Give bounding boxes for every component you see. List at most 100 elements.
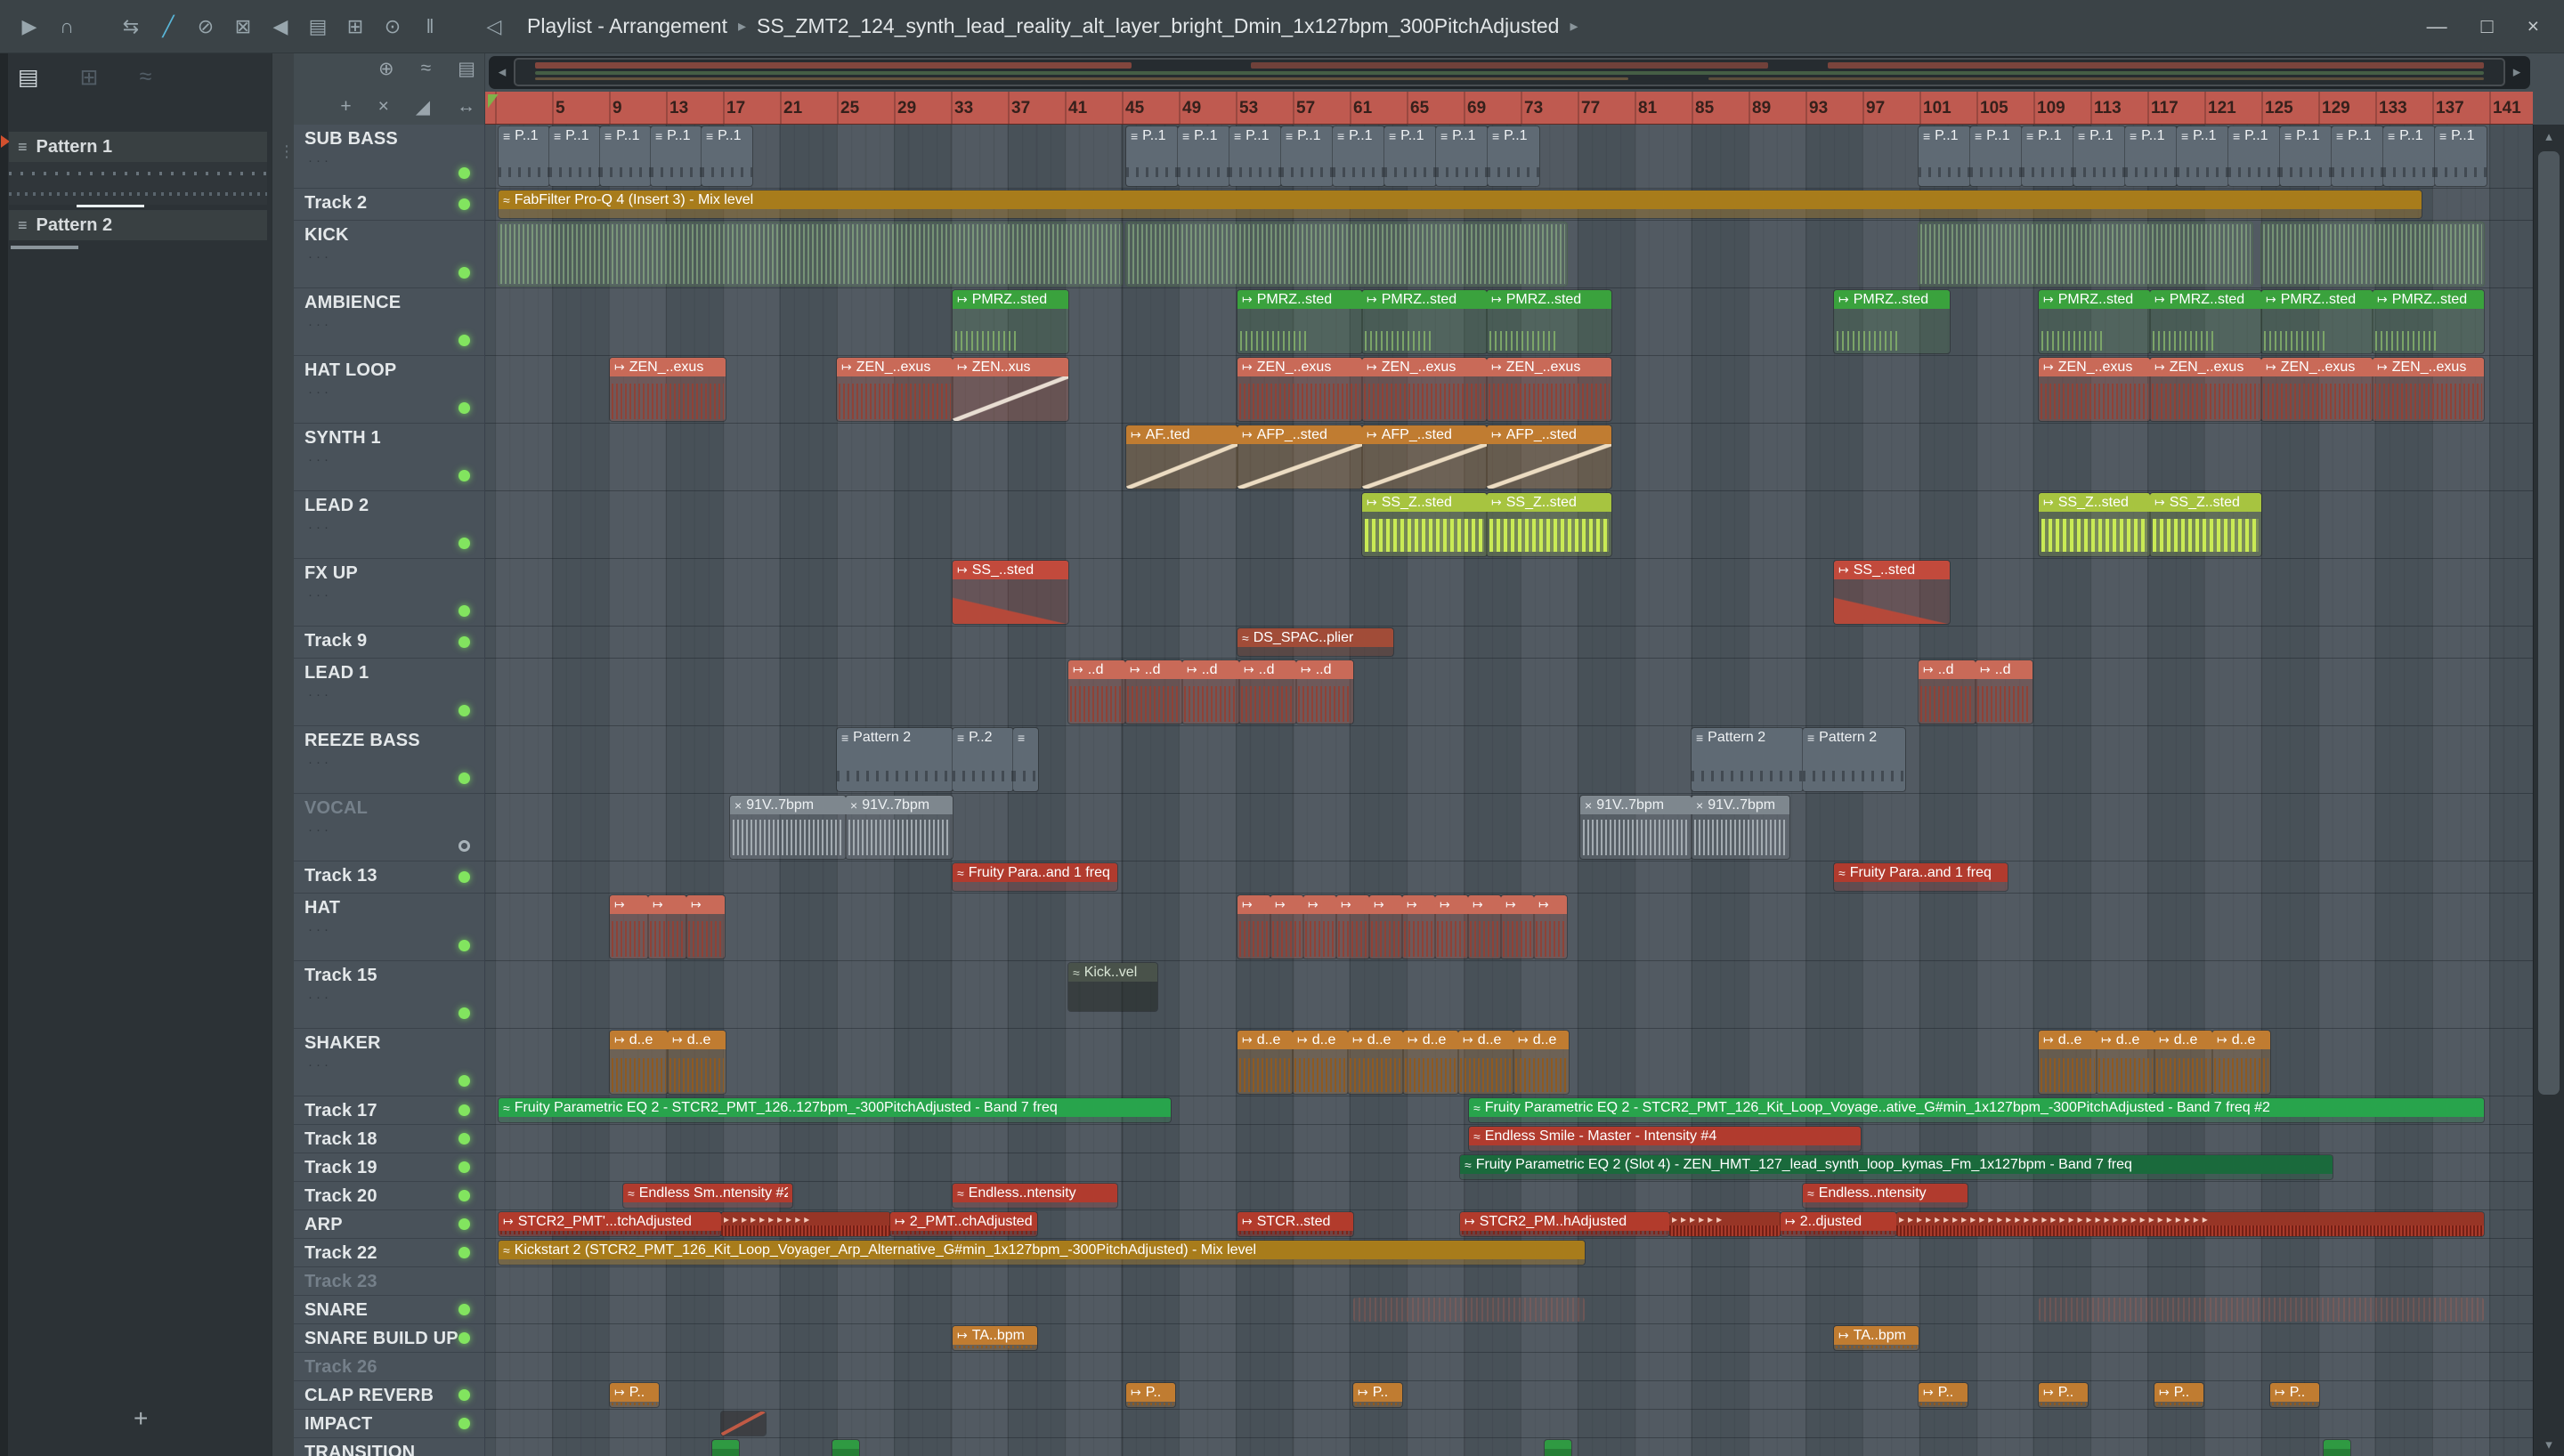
clip[interactable]: ↦ P.. <box>2039 1383 2088 1407</box>
clip[interactable]: ↦ P.. <box>2154 1383 2203 1407</box>
clip[interactable]: ↦ ZEN_..exus <box>2039 358 2150 421</box>
clip[interactable]: ≡ Pattern 2 <box>837 728 953 791</box>
track-mute-led[interactable] <box>458 1075 470 1087</box>
track-lane[interactable]: ≈ Endless Sm..ntensity #2 ≈ Endless..ntensi… <box>485 1182 2533 1210</box>
clip[interactable]: ↦ d..e <box>1403 1031 1458 1094</box>
track-lane[interactable]: ≡ Pattern 2 ≡ P..2 ≡ ≡ Pattern 2 ≡ Pattern 2 <box>485 726 2533 794</box>
minimize-button[interactable]: — <box>2427 14 2447 38</box>
clip[interactable]: ≡ P..1 <box>1436 126 1488 186</box>
stretch-icon[interactable]: ↔ <box>457 96 475 118</box>
track-lane[interactable] <box>485 1353 2533 1381</box>
track-header[interactable]: Track 9 <box>294 627 484 659</box>
track-header[interactable]: HAT LOOP ··· <box>294 356 484 424</box>
track-mute-led[interactable] <box>458 402 470 414</box>
track-header[interactable]: SHAKER ··· <box>294 1029 484 1096</box>
clip[interactable]: ↦ P.. <box>2270 1383 2319 1407</box>
track-lane[interactable] <box>485 221 2533 288</box>
clip[interactable]: ≡ P..1 <box>2073 126 2125 186</box>
track-lane[interactable]: × 91V..7bpm × 91V..7bpm × 91V..7bpm × 91V..7bpm <box>485 794 2533 861</box>
track-lane[interactable]: ≈ Kickstart 2 (STCR2_PMT_126_Kit_Loop_Voy… <box>485 1239 2533 1267</box>
clip[interactable]: ↦ d..e <box>1513 1031 1569 1094</box>
track-lane[interactable] <box>485 1438 2533 1456</box>
clip[interactable] <box>832 1440 859 1456</box>
clip[interactable]: ≡ P..1 <box>651 126 702 186</box>
clip[interactable]: ↦ d..e <box>2154 1031 2212 1094</box>
track-header[interactable]: Track 18 <box>294 1125 484 1153</box>
clip[interactable]: ↦ ..d <box>1239 660 1296 724</box>
add-icon[interactable]: + <box>340 96 351 118</box>
track-header[interactable]: VOCAL ··· <box>294 794 484 861</box>
clip[interactable]: ≈ Endless..ntensity <box>953 1184 1117 1208</box>
track-header[interactable]: SYNTH 1 ··· <box>294 424 484 491</box>
typing-keyboard-icon[interactable]: ▤ <box>299 8 337 45</box>
clip[interactable]: ↦ <box>610 895 648 959</box>
clip[interactable]: ↦ <box>1435 895 1468 959</box>
clip[interactable]: ↦ d..e <box>1237 1031 1293 1094</box>
clip[interactable]: ↦ STCR2_PM..hAdjusted <box>1460 1212 1669 1236</box>
track-header[interactable]: LEAD 2 ··· <box>294 491 484 559</box>
clip[interactable]: ↦ <box>1369 895 1402 959</box>
clip[interactable]: ↦ PMRZ..sted <box>1237 290 1362 353</box>
clip[interactable]: ≡ P..1 <box>1384 126 1436 186</box>
close-button[interactable]: × <box>2527 14 2539 38</box>
clip[interactable]: ↦ TA..bpm <box>953 1326 1037 1350</box>
clip[interactable]: ≡ P..1 <box>2383 126 2435 186</box>
track-lane[interactable] <box>485 1410 2533 1438</box>
track-header[interactable]: Track 17 <box>294 1096 484 1125</box>
clip[interactable]: ↦ d..e <box>610 1031 668 1094</box>
track-header[interactable]: AMBIENCE ··· <box>294 288 484 356</box>
clip[interactable]: ↦ <box>686 895 725 959</box>
clip[interactable]: ↦ ..d <box>1296 660 1353 724</box>
clip[interactable]: ≡ P..1 <box>1970 126 2022 186</box>
mute-tool-icon[interactable]: ⊘ <box>187 8 224 45</box>
wave-icon[interactable]: ≈ <box>140 64 152 91</box>
clip[interactable]: ≡ P..1 <box>1126 126 1178 186</box>
piano-roll-icon[interactable]: ▤ <box>18 64 39 91</box>
clip[interactable]: ↦ PMRZ..sted <box>2261 290 2373 353</box>
track-mute-led[interactable] <box>458 335 470 346</box>
maximize-button[interactable]: □ <box>2481 14 2494 38</box>
track-header[interactable]: ARP <box>294 1210 484 1239</box>
scroll-down-icon[interactable]: ▾ <box>2534 1436 2564 1452</box>
magnifier-icon[interactable]: ⊙ <box>374 8 411 45</box>
track-header[interactable]: SNARE <box>294 1296 484 1324</box>
clip[interactable]: ≡ P..1 <box>2228 126 2280 186</box>
track-header[interactable]: Track 13 <box>294 861 484 894</box>
track-mute-led[interactable] <box>458 705 470 716</box>
track-lane[interactable]: ≈ Fruity Parametric EQ 2 (Slot 4) - ZEN_H… <box>485 1153 2533 1182</box>
clip[interactable]: ▸▸▸▸▸▸▸▸▸▸ <box>721 1212 890 1236</box>
track-header[interactable]: Track 23 <box>294 1267 484 1296</box>
track-mute-led[interactable] <box>458 870 470 883</box>
clip[interactable]: ↦ <box>648 895 686 959</box>
track-mute-led[interactable] <box>458 1132 470 1145</box>
clip[interactable]: ↦ ..d <box>1182 660 1239 724</box>
clip[interactable] <box>1353 1298 1585 1322</box>
track-lane[interactable]: ≡ P..1 ≡ P..1 ≡ P..1 ≡ P..1 ≡ P..1 ≡ P..1 ≡ P..1 ≡ P..1… <box>485 125 2533 189</box>
clip[interactable]: ↦ 2..djusted <box>1781 1212 1896 1236</box>
clip[interactable]: ↦ SS_Z..sted <box>2039 493 2150 556</box>
track-mute-led[interactable] <box>458 1246 470 1258</box>
track-lane[interactable]: ↦ d..e ↦ d..e ↦ d..e ↦ d..e ↦ d..e ↦ d..e ↦ d..e ↦ d..e… <box>485 1029 2533 1096</box>
clip[interactable] <box>712 1440 739 1456</box>
track-mute-led[interactable] <box>458 940 470 951</box>
vertical-scrollbar[interactable]: ▴ ▾ <box>2533 125 2564 1456</box>
clip[interactable]: ≡ P..2 <box>953 728 1013 791</box>
track-header[interactable]: Track 22 <box>294 1239 484 1267</box>
track-lane[interactable]: ≈ DS_SPAC..plier <box>485 627 2533 659</box>
clip[interactable]: ↦ SS_..sted <box>953 561 1068 624</box>
clip[interactable]: ≡ P..1 <box>2435 126 2487 186</box>
clip[interactable]: ≡ P..1 <box>2177 126 2228 186</box>
clip[interactable]: ↦ P.. <box>610 1383 659 1407</box>
clip[interactable]: ↦ P.. <box>1353 1383 1402 1407</box>
clip[interactable]: × 91V..7bpm <box>730 796 846 859</box>
track-header[interactable]: Track 19 <box>294 1153 484 1182</box>
track-lane[interactable]: ≈ Kick..vel <box>485 961 2533 1029</box>
clip[interactable]: ↦ SS_Z..sted <box>2150 493 2261 556</box>
clip[interactable]: ↦ <box>1501 895 1534 959</box>
clip[interactable]: ↦ d..e <box>1348 1031 1403 1094</box>
clip[interactable]: ↦ d..e <box>2097 1031 2154 1094</box>
track-mute-led[interactable] <box>458 772 470 784</box>
clip[interactable] <box>721 1412 766 1436</box>
clip[interactable]: × 91V..7bpm <box>1580 796 1692 859</box>
clip[interactable] <box>499 222 1122 286</box>
